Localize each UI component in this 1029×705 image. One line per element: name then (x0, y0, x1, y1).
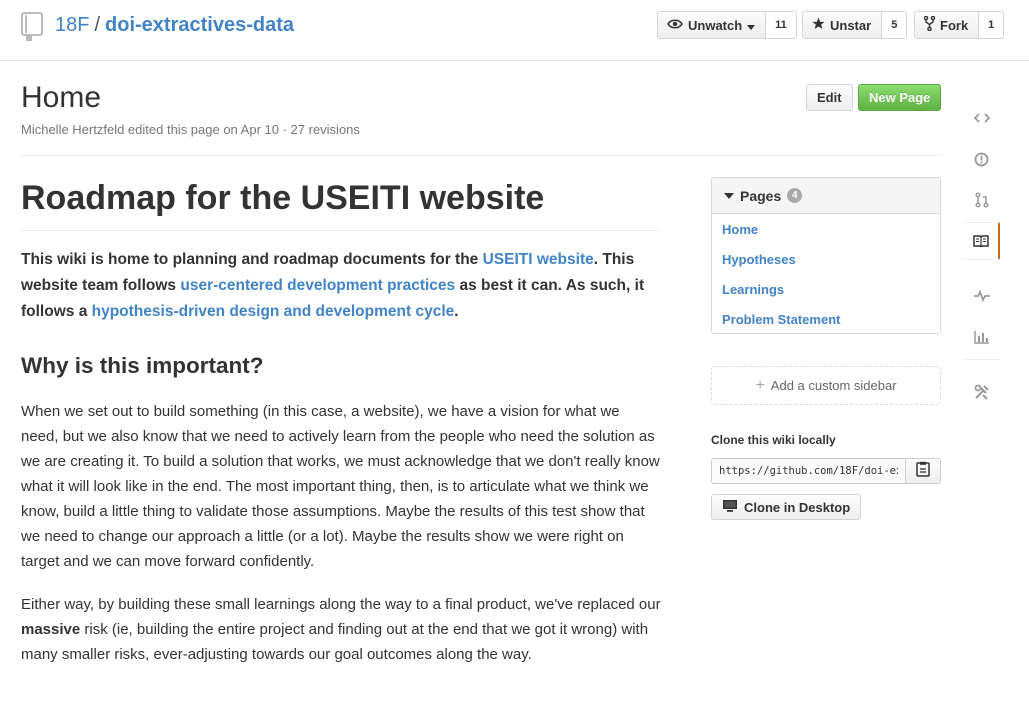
clone-in-desktop-label: Clone in Desktop (744, 499, 851, 515)
page-link-label[interactable]: Home (722, 222, 758, 237)
body-paragraph: When we set out to build something (in t… (21, 403, 660, 570)
nav-divider (963, 259, 1000, 260)
unstar-button[interactable]: Unstar (802, 11, 883, 39)
page-head-divider (21, 155, 941, 156)
eye-icon (667, 18, 683, 33)
page-link-learnings[interactable]: Learnings (712, 274, 940, 304)
clone-url-input[interactable] (711, 458, 906, 484)
repo-title: 18F / doi-extractives-data (55, 12, 294, 38)
nav-graphs[interactable] (963, 319, 1000, 355)
copy-to-clipboard-button[interactable] (905, 458, 941, 484)
forks-count[interactable]: 1 (979, 11, 1005, 39)
page-link-label[interactable]: Problem Statement (722, 312, 840, 327)
fork-icon (923, 15, 936, 34)
nav-wiki[interactable] (963, 223, 1000, 259)
watchers-count[interactable]: 11 (766, 11, 797, 39)
settings-icon (974, 384, 990, 400)
page-revision-meta: Michelle Hertzfeld edited this page on A… (21, 122, 360, 137)
pages-label: Pages (740, 187, 782, 204)
repo-header: 18F / doi-extractives-data Unwatch 11 Unst… (0, 0, 1029, 61)
plus-icon: + (755, 376, 765, 394)
stargazers-count[interactable]: 5 (882, 11, 908, 39)
issues-icon (974, 152, 989, 167)
repo-nav (963, 88, 1000, 428)
star-group: Unstar 5 (802, 11, 908, 39)
fork-group: Fork 1 (914, 11, 1005, 39)
page-link-label[interactable]: Learnings (722, 282, 784, 297)
clipboard-icon (916, 461, 930, 481)
section-heading: Why is this important? (21, 353, 264, 378)
page-link-problem-statement[interactable]: Problem Statement (712, 304, 940, 334)
watch-group: Unwatch 11 (657, 11, 797, 39)
wiki-icon (972, 235, 989, 247)
pages-list: Home Hypotheses Learnings Problem Statem… (712, 214, 940, 334)
page-title: Home (21, 81, 102, 114)
edit-page-button[interactable]: Edit (806, 84, 853, 111)
new-page-button[interactable]: New Page (858, 84, 942, 111)
pages-box: Pages 4 Home Hypotheses Learnings Proble… (711, 177, 941, 334)
fork-button[interactable]: Fork (914, 11, 980, 39)
nav-pull-requests[interactable] (963, 182, 1000, 218)
pages-count-badge: 4 (787, 188, 803, 203)
code-icon (973, 112, 990, 124)
clone-in-desktop-button[interactable]: Clone in Desktop (711, 494, 862, 520)
useiti-website-link[interactable]: USEITI website (483, 251, 594, 268)
triangle-down-icon (724, 192, 734, 199)
unwatch-button[interactable]: Unwatch (657, 11, 767, 39)
add-custom-sidebar-button[interactable]: + Add a custom sidebar (711, 366, 941, 405)
emphasis-text: massive (21, 621, 81, 638)
body-paragraph: Either way, by building these small lear… (21, 592, 661, 667)
page-link-label[interactable]: Hypotheses (722, 252, 796, 267)
page-link-hypotheses[interactable]: Hypotheses (712, 244, 940, 274)
nav-code[interactable] (963, 100, 1000, 136)
repo-name-link[interactable]: doi-extractives-data (105, 14, 294, 36)
intro-text: . (454, 303, 459, 320)
desktop-icon (722, 499, 738, 515)
graphs-icon (973, 330, 990, 344)
pages-toggle[interactable]: Pages 4 (712, 178, 940, 214)
nav-settings[interactable] (963, 374, 1000, 410)
nav-divider (963, 359, 1000, 360)
unstar-label: Unstar (830, 17, 872, 33)
add-custom-sidebar-label: Add a custom sidebar (770, 378, 897, 393)
intro-paragraph: This wiki is home to planning and roadma… (21, 247, 661, 325)
user-centered-practices-link[interactable]: user-centered development practices (180, 277, 455, 294)
article-heading: Roadmap for the USEITI website (21, 176, 661, 231)
repo-wiki-icon (21, 12, 43, 42)
star-icon (812, 17, 825, 33)
pull-request-icon (974, 192, 989, 208)
fork-label: Fork (940, 17, 969, 33)
nav-pulse[interactable] (963, 278, 1000, 314)
nav-issues[interactable] (963, 141, 1000, 177)
clone-label: Clone this wiki locally (711, 433, 836, 447)
intro-text: This wiki is home to planning and roadma… (21, 251, 483, 268)
page-link-home[interactable]: Home (712, 214, 940, 244)
unwatch-label: Unwatch (688, 17, 743, 33)
pulse-icon (973, 290, 990, 302)
body-text: risk (ie, building the entire project an… (21, 621, 649, 663)
repo-owner-link[interactable]: 18F (55, 14, 89, 36)
repo-separator: / (94, 14, 101, 36)
hypothesis-cycle-link[interactable]: hypothesis-driven design and development… (92, 303, 455, 320)
body-text: Either way, by building these small lear… (21, 596, 661, 613)
wiki-content: Roadmap for the USEITI website This wiki… (21, 176, 661, 667)
chevron-down-icon (747, 18, 756, 33)
